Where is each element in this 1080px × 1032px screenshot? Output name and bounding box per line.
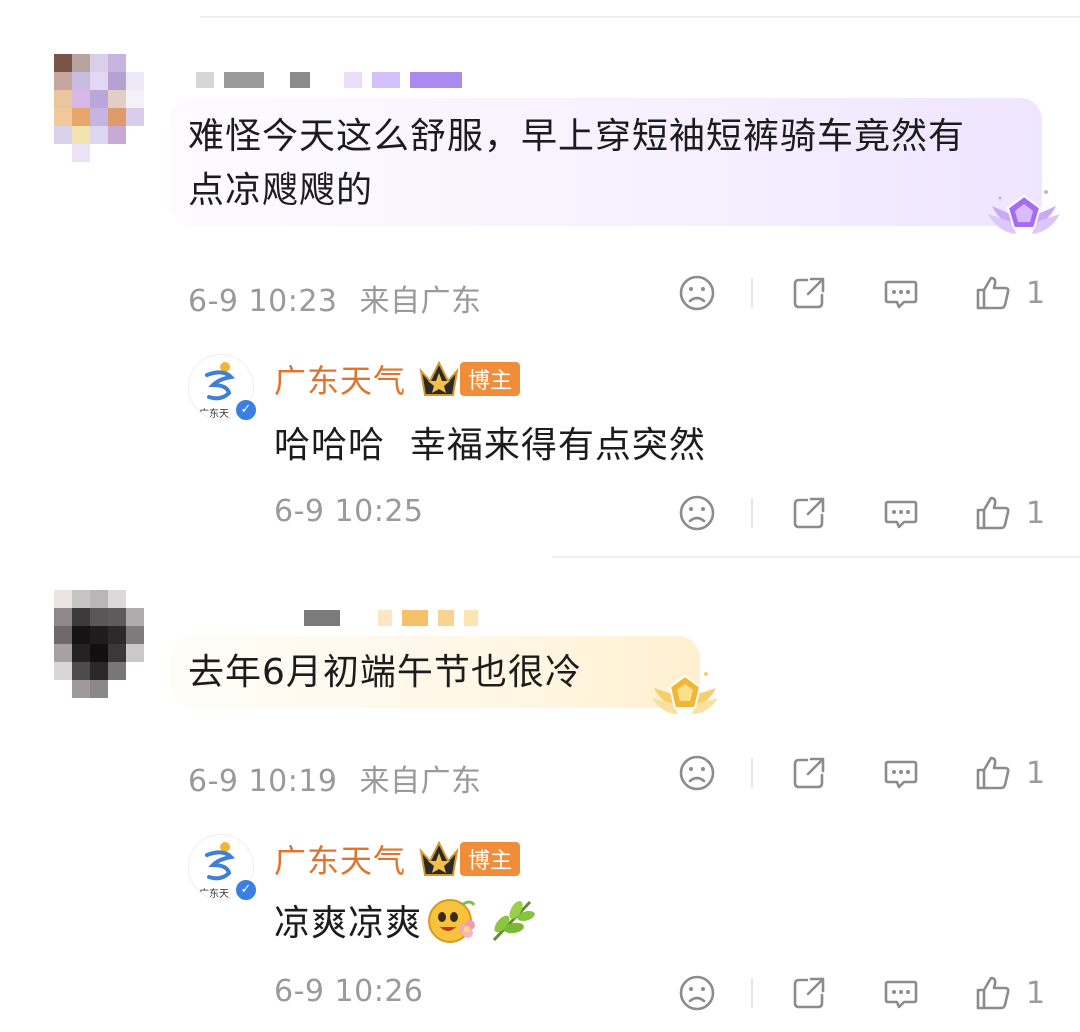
verified-icon: ✓: [234, 878, 258, 902]
thumbs-up-icon[interactable]: [974, 274, 1012, 312]
reply-text: 凉爽凉爽: [274, 903, 423, 944]
reply-author[interactable]: 广东天气: [274, 356, 406, 402]
comment-meta: 6-9 10:19 来自广东: [188, 756, 482, 800]
reply-action-bar: 1: [678, 494, 1045, 532]
comment-text-line: 点凉飕飕的: [188, 170, 374, 211]
crown-icon: [419, 360, 459, 396]
action-separator: [751, 758, 753, 788]
like-count: 1: [1026, 275, 1046, 311]
share-icon[interactable]: [790, 974, 828, 1012]
timestamp: 6-9 10:23: [188, 284, 338, 319]
reply-author[interactable]: 广东天气: [274, 836, 406, 882]
sad-face-icon[interactable]: [678, 274, 716, 312]
share-icon[interactable]: [790, 494, 828, 532]
username[interactable]: [304, 610, 478, 626]
comment-text: 难怪今天这么舒服，早上穿短袖短裤骑车竟然有 点凉飕飕的: [188, 110, 965, 218]
action-bar: 1: [678, 274, 1045, 312]
reply-timestamp: 6-9 10:26: [274, 974, 424, 1009]
comment-text-line: 难怪今天这么舒服，早上穿短袖短裤骑车竟然有: [188, 116, 966, 157]
location: 来自广东: [359, 284, 482, 319]
leaf-emoji: [492, 900, 535, 942]
like-count: 1: [1026, 755, 1046, 791]
avatar-caption: 广东天: [199, 409, 229, 420]
blogger-badge: 博主: [460, 362, 521, 396]
action-separator: [751, 978, 753, 1008]
action-separator: [751, 498, 753, 528]
crown-icon: [419, 840, 459, 876]
reply-text: 哈哈哈 幸福来得有点突然: [274, 425, 706, 466]
top-divider: [200, 16, 1080, 18]
timestamp: 6-9 10:19: [188, 764, 338, 799]
location: 来自广东: [359, 764, 482, 799]
like-count: 1: [1026, 975, 1046, 1011]
action-bar: 1: [678, 754, 1045, 792]
like-count: 1: [1026, 495, 1046, 531]
fan-badge-icon: [652, 672, 718, 714]
fan-badge-icon: [988, 190, 1060, 234]
thumbs-up-icon[interactable]: [974, 974, 1012, 1012]
sad-face-icon[interactable]: [678, 974, 716, 1012]
blogger-badge: 博主: [460, 842, 521, 876]
reply-action-bar: 1: [678, 974, 1045, 1012]
username[interactable]: [196, 72, 462, 88]
share-icon[interactable]: [790, 274, 828, 312]
reply-text-row: 凉爽凉爽: [274, 894, 538, 946]
reply-header: 广东天气 博主: [274, 356, 521, 402]
comment-bubble-icon[interactable]: [882, 494, 920, 532]
comment-bubble-icon[interactable]: [882, 274, 920, 312]
avatar-caption: 广东天: [199, 889, 229, 900]
avatar[interactable]: [54, 54, 144, 162]
action-separator: [751, 278, 753, 308]
verified-icon: ✓: [234, 398, 258, 422]
smiling-face-with-flower-emoji: [428, 899, 476, 943]
comment-bubble-icon[interactable]: [882, 974, 920, 1012]
comment-meta: 6-9 10:23 来自广东: [188, 276, 482, 320]
share-icon[interactable]: [790, 754, 828, 792]
reply-header: 广东天气 博主: [274, 836, 521, 882]
avatar[interactable]: [54, 590, 144, 698]
thumbs-up-icon[interactable]: [974, 754, 1012, 792]
thumbs-up-icon[interactable]: [974, 494, 1012, 532]
comment-divider: [552, 556, 1080, 558]
comment-text: 去年6月初端午节也很冷: [188, 652, 582, 693]
sad-face-icon[interactable]: [678, 754, 716, 792]
reply-timestamp: 6-9 10:25: [274, 494, 424, 529]
sad-face-icon[interactable]: [678, 494, 716, 532]
comment-bubble-icon[interactable]: [882, 754, 920, 792]
